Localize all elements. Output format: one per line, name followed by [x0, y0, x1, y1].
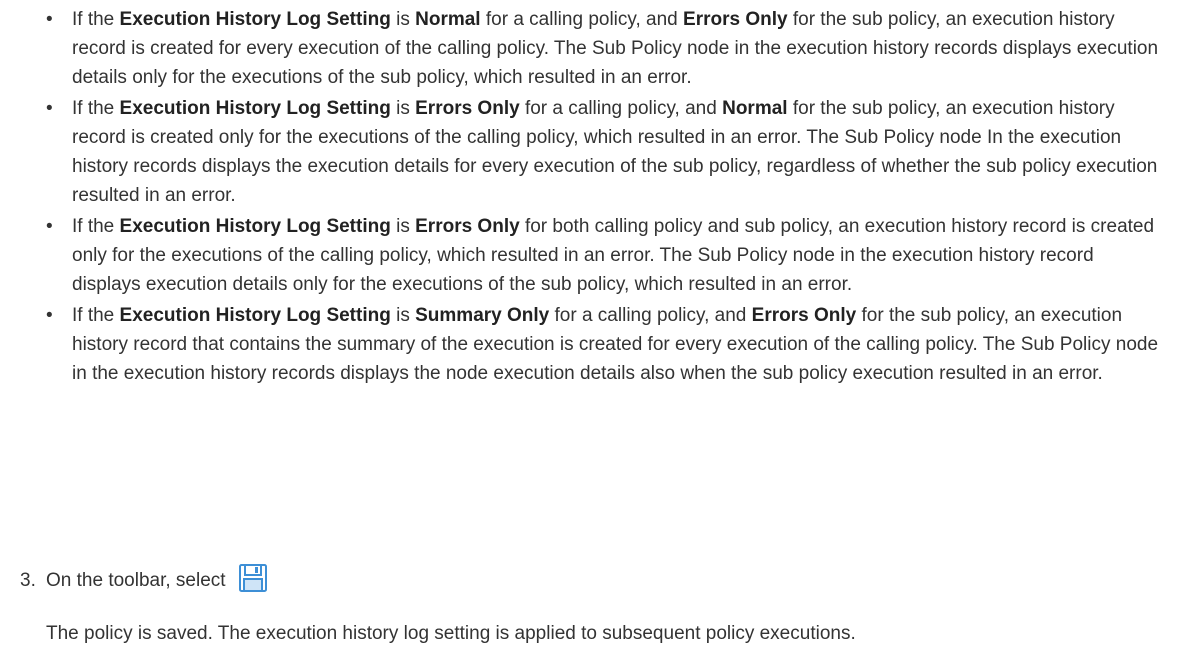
text-span: is: [390, 9, 416, 30]
text-span: If the: [72, 9, 120, 30]
bold-term: Execution History Log Setting: [119, 305, 391, 326]
step-3: 3. On the toolbar, select: [20, 563, 1180, 599]
bold-term: Normal: [722, 98, 788, 119]
text-span: If the: [72, 216, 120, 237]
bullet-list: • If the Execution History Log Setting i…: [0, 5, 1200, 390]
text-span: If the: [72, 305, 120, 326]
bold-term: Normal: [415, 9, 481, 30]
step-number: 3.: [20, 570, 36, 591]
bold-term: Errors Only: [751, 305, 857, 326]
step-text: On the toolbar, select: [46, 570, 226, 591]
list-item: • If the Execution History Log Setting i…: [0, 5, 1200, 92]
text-span: for a calling policy, and: [549, 305, 752, 326]
bold-term: Execution History Log Setting: [119, 98, 391, 119]
bold-term: Errors Only: [683, 9, 788, 30]
save-icon-graphic: [239, 564, 267, 592]
text-span: is: [390, 305, 416, 326]
list-item: • If the Execution History Log Setting i…: [0, 212, 1200, 299]
bullet-dot: •: [46, 98, 53, 119]
bold-term: Execution History Log Setting: [119, 9, 391, 30]
text-span: for a calling policy, and: [519, 98, 723, 119]
save-icon[interactable]: [238, 563, 268, 593]
text-span: is: [390, 98, 416, 119]
list-item: • If the Execution History Log Setting i…: [0, 94, 1200, 210]
text-span: If the: [72, 98, 120, 119]
step-result: The policy is saved. The execution histo…: [46, 623, 856, 644]
list-item: • If the Execution History Log Setting i…: [0, 301, 1200, 388]
bold-term: Summary Only: [415, 305, 550, 326]
text-span: is: [390, 216, 416, 237]
bold-term: Errors Only: [415, 216, 520, 237]
bold-term: Errors Only: [415, 98, 520, 119]
bullet-dot: •: [46, 216, 53, 237]
text-span: for a calling policy, and: [480, 9, 684, 30]
bullet-dot: •: [46, 9, 53, 30]
document-page: • If the Execution History Log Setting i…: [0, 0, 1200, 656]
bullet-dot: •: [46, 305, 53, 326]
bold-term: Execution History Log Setting: [119, 216, 391, 237]
